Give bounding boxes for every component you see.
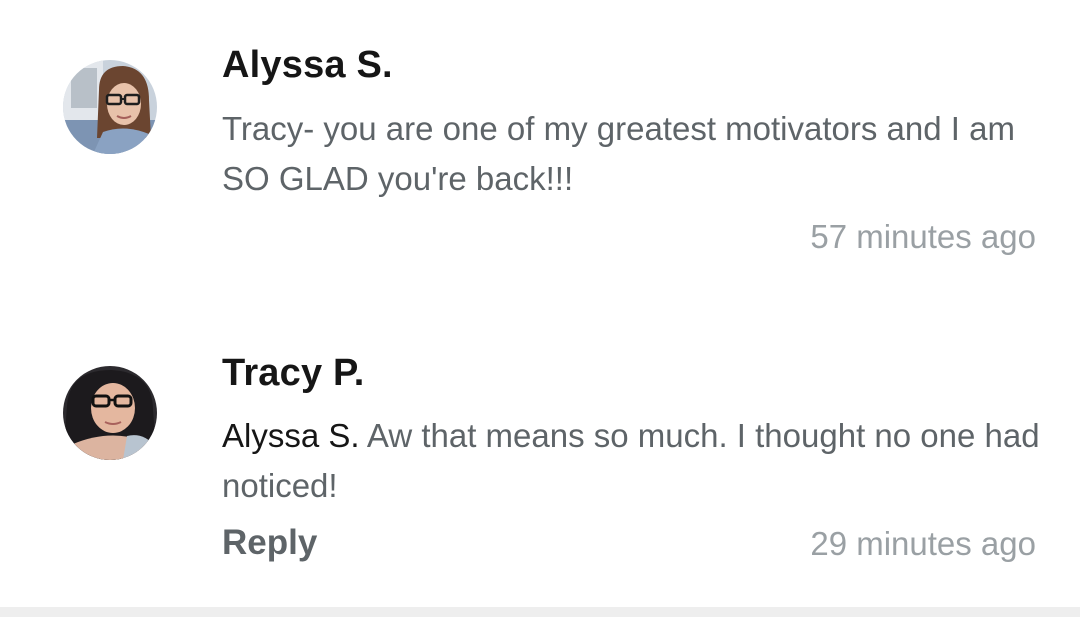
comment-author[interactable]: Alyssa S. <box>222 44 393 87</box>
avatar[interactable] <box>63 366 157 460</box>
comment-timestamp: 29 minutes ago <box>810 525 1036 562</box>
divider <box>0 607 1080 617</box>
comment-author[interactable]: Tracy P. <box>222 352 364 395</box>
reply-button[interactable]: Reply <box>222 523 317 563</box>
avatar-photo <box>63 60 157 154</box>
avatar-photo <box>63 366 157 460</box>
mention-link[interactable]: Alyssa S. <box>222 417 360 454</box>
comment-text: Alyssa S. Aw that means so much. I thoug… <box>222 411 1042 511</box>
comment-item: Alyssa S. Tracy- you are one of my great… <box>0 0 1080 300</box>
comment-timestamp: 57 minutes ago <box>810 218 1036 255</box>
comment-item: Tracy P. Alyssa S. Aw that means so much… <box>0 320 1080 605</box>
avatar[interactable] <box>63 60 157 154</box>
comment-text: Tracy- you are one of my greatest motiva… <box>222 110 1015 197</box>
